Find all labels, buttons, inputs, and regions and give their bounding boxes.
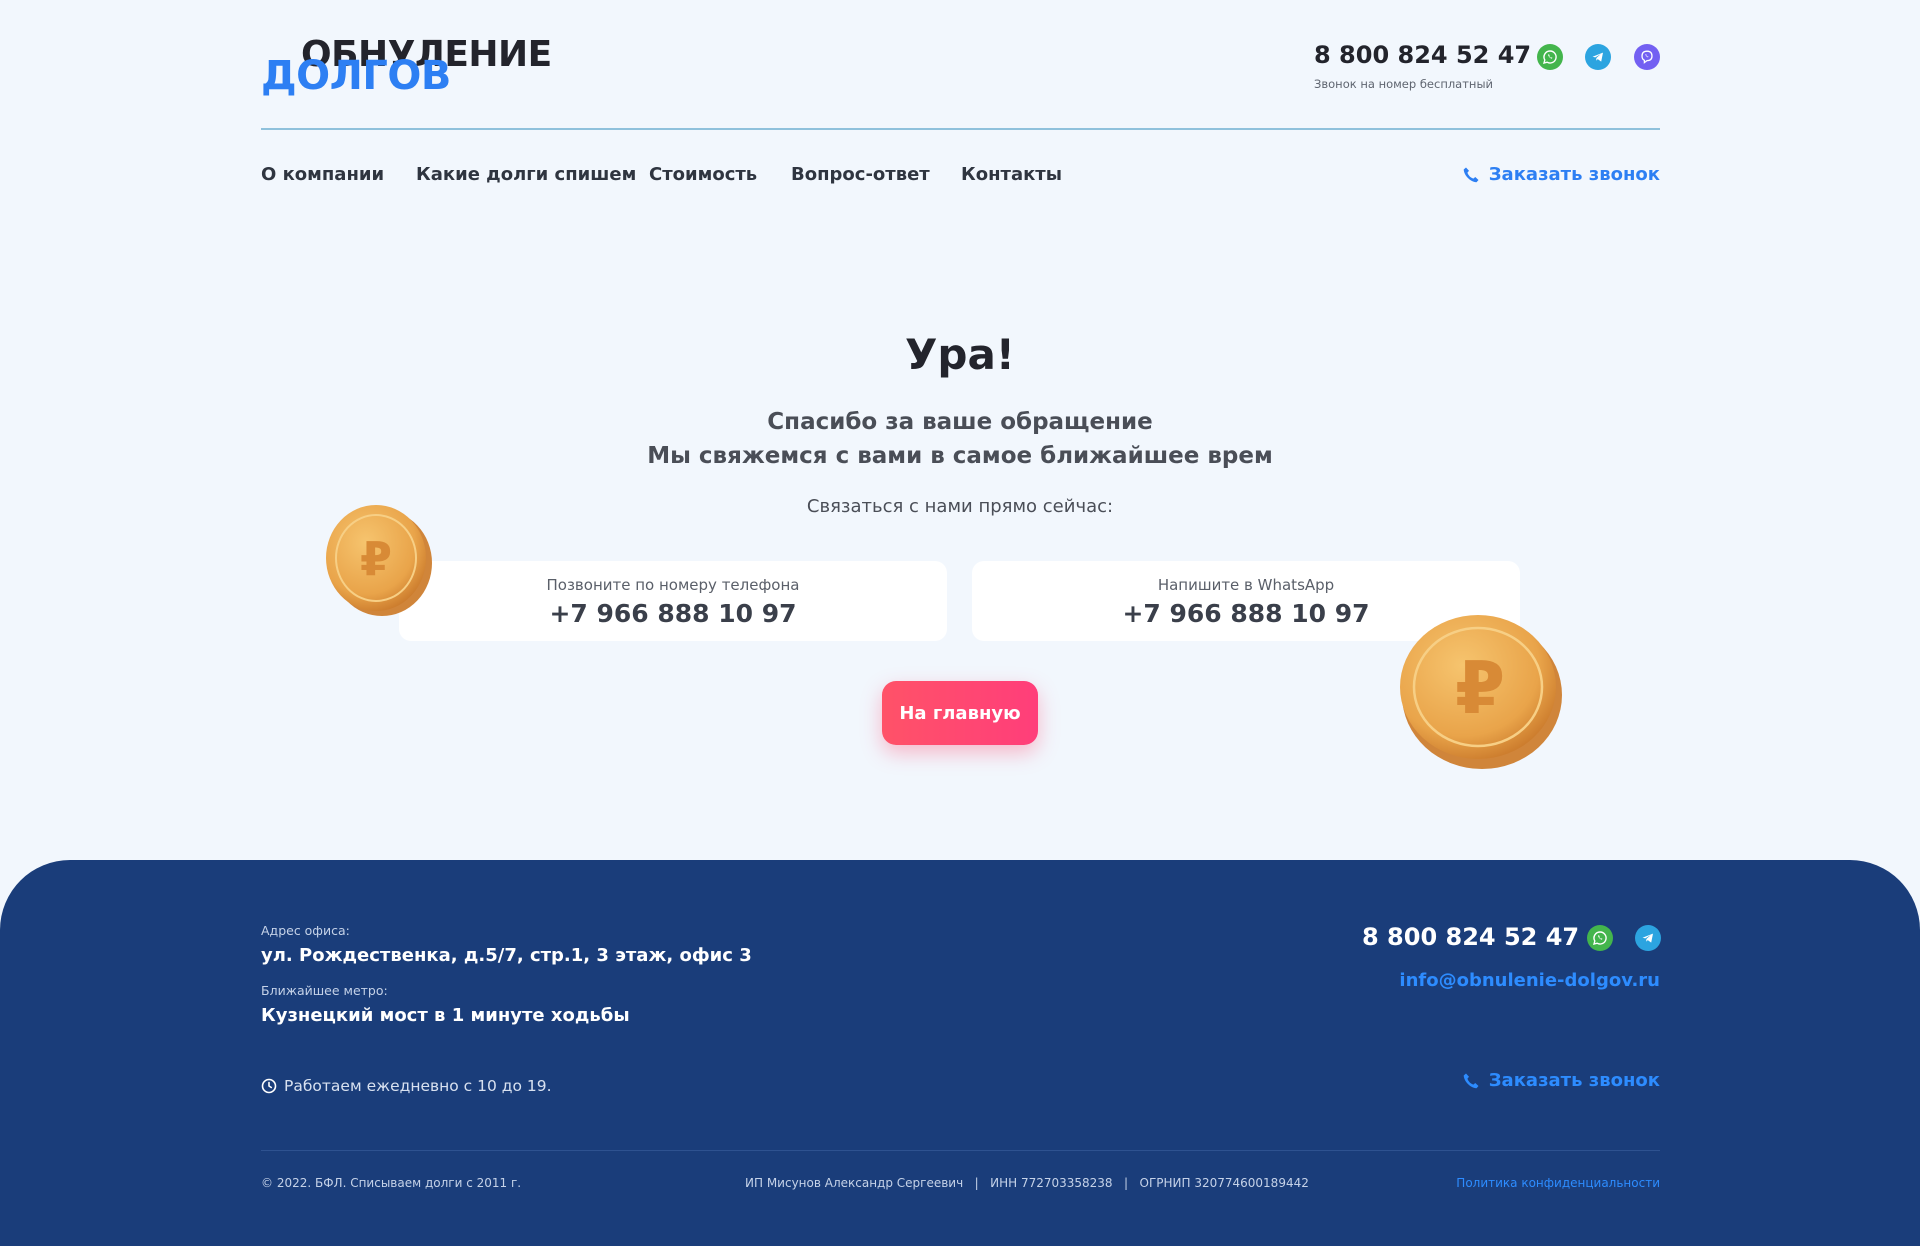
telegram-icon[interactable]	[1585, 44, 1611, 70]
footer-callback-label: Заказать звонок	[1488, 1070, 1660, 1091]
svg-text:₽: ₽	[360, 532, 392, 586]
footer-divider	[261, 1150, 1660, 1151]
header-phone-note: Звонок на номер бесплатный	[1314, 77, 1494, 91]
site-header: ОБНУЛЕНИЕ ДОЛГОВ 8 800 824 52 47 Звонок …	[261, 0, 1660, 130]
whatsapp-icon[interactable]	[1587, 925, 1613, 951]
privacy-policy-link[interactable]: Политика конфиденциальности	[1456, 1176, 1660, 1190]
callback-link[interactable]: Заказать звонок	[1462, 164, 1660, 185]
clock-icon	[261, 1078, 277, 1094]
phone-card[interactable]: Позвоните по номеру телефона +7 966 888 …	[399, 561, 947, 641]
footer-callback-link[interactable]: Заказать звонок	[1462, 1070, 1660, 1091]
logo[interactable]: ОБНУЛЕНИЕ ДОЛГОВ	[261, 30, 561, 100]
ruble-coin-small-icon: ₽	[326, 505, 432, 616]
footer-email[interactable]: info@obnulenie-dolgov.ru	[1399, 970, 1660, 991]
viber-icon[interactable]	[1634, 44, 1660, 70]
page-title: Ура!	[905, 330, 1015, 379]
phone-card-label: Позвоните по номеру телефона	[546, 576, 800, 594]
phone-icon	[1463, 1073, 1479, 1088]
contact-prompt: Связаться с нами прямо сейчас:	[806, 496, 1114, 517]
callback-label: Заказать звонок	[1488, 164, 1660, 185]
home-button[interactable]: На главную	[882, 681, 1038, 745]
ruble-coin-large-icon: ₽	[1400, 615, 1562, 769]
nav-item-debts[interactable]: Какие долги спишем	[416, 164, 636, 185]
nearest-metro: Кузнецкий мост в 1 минуте ходьбы	[261, 1005, 630, 1026]
site-footer: Адрес офиса: ул. Рождественка, д.5/7, ст…	[0, 860, 1920, 1246]
phone-icon	[1463, 167, 1479, 182]
phone-card-number[interactable]: +7 966 888 10 97	[399, 599, 947, 628]
address-label: Адрес офиса:	[261, 923, 350, 938]
whatsapp-card-label: Напишите в WhatsApp	[1157, 576, 1335, 594]
main-nav: О компании Какие долги спишем Стоимость …	[261, 160, 1660, 190]
working-hours-text: Работаем ежедневно с 10 до 19.	[284, 1077, 552, 1095]
metro-label: Ближайшее метро:	[261, 983, 388, 998]
subtitle-line-2: Мы свяжемся с вами в самое ближайшее вре…	[647, 443, 1273, 469]
working-hours: Работаем ежедневно с 10 до 19.	[261, 1077, 552, 1095]
logo-text-bottom: ДОЛГОВ	[261, 53, 451, 99]
telegram-icon[interactable]	[1635, 925, 1661, 951]
nav-item-faq[interactable]: Вопрос-ответ	[791, 164, 930, 185]
copyright: © 2022. БФЛ. Списываем долги с 2011 г.	[261, 1176, 522, 1190]
nav-item-about[interactable]: О компании	[261, 164, 384, 185]
svg-text:₽: ₽	[1455, 646, 1505, 730]
office-address: ул. Рождественка, д.5/7, стр.1, 3 этаж, …	[261, 945, 752, 966]
nav-item-pricing[interactable]: Стоимость	[649, 164, 757, 185]
subtitle-line-1: Спасибо за ваше обращение	[767, 409, 1153, 435]
legal-info: ИП Мисунов Александр Сергеевич | ИНН 772…	[745, 1176, 1309, 1190]
header-phone[interactable]: 8 800 824 52 47	[1314, 41, 1531, 69]
nav-item-contacts[interactable]: Контакты	[961, 164, 1062, 185]
footer-phone[interactable]: 8 800 824 52 47	[1362, 923, 1579, 951]
whatsapp-icon[interactable]	[1537, 44, 1563, 70]
thank-you-message: Спасибо за ваше обращение Мы свяжемся с …	[0, 405, 1920, 473]
